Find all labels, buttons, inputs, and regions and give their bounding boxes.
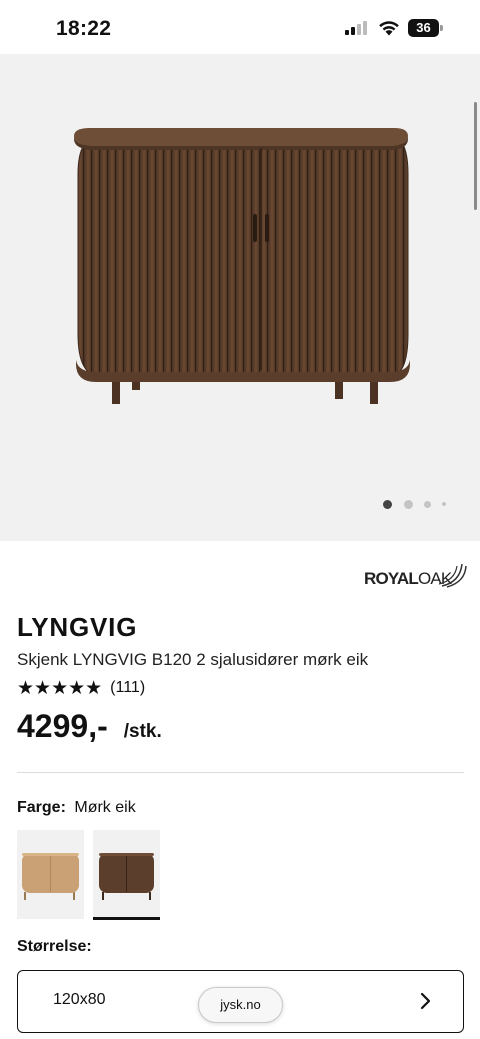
battery-level: 36: [408, 19, 439, 37]
pagination-dot[interactable]: [404, 500, 413, 509]
rating-count: (111): [110, 679, 146, 696]
brand-swoosh-icon: [438, 563, 467, 588]
swatch-dark-oak-image: [99, 853, 154, 900]
brand-logo[interactable]: ROYALOAK: [364, 560, 467, 592]
color-value: Mørk eik: [74, 799, 136, 816]
color-label: Farge:: [17, 799, 66, 816]
product-rating[interactable]: ★★★★★ (111): [17, 677, 145, 699]
product-image-gallery[interactable]: [0, 54, 480, 541]
size-label: Størrelse:: [17, 938, 92, 955]
cellular-signal-icon: [345, 21, 371, 35]
browser-url-pill[interactable]: jysk.no: [198, 987, 283, 1023]
pagination-dot-active[interactable]: [383, 500, 392, 509]
product-image: [74, 128, 410, 404]
chevron-right-icon: [420, 992, 431, 1010]
color-swatch-light-oak[interactable]: [17, 830, 84, 919]
swatch-light-oak-image: [22, 853, 79, 900]
divider: [17, 772, 464, 773]
product-price: 4299,-: [17, 708, 108, 744]
status-time: 18:22: [56, 17, 112, 40]
rating-stars-icon: ★★★★★: [17, 677, 103, 699]
product-title: LYNGVIG: [17, 612, 138, 642]
price-unit: /stk.: [123, 721, 162, 742]
product-description: Skjenk LYNGVIG B120 2 sjalusidører mørk …: [17, 650, 369, 669]
color-selection-label: Farge: Mørk eik: [17, 799, 136, 817]
price-row: 4299,- /stk.: [17, 708, 162, 745]
color-swatch-dark-oak[interactable]: [93, 830, 160, 920]
size-value: 120x80: [53, 991, 106, 1008]
scroll-indicator: [474, 102, 477, 210]
wifi-icon: [379, 21, 399, 36]
battery-icon: 36: [408, 19, 444, 37]
pagination-dot[interactable]: [424, 501, 431, 508]
pagination-dot[interactable]: [442, 502, 446, 506]
status-bar: 18:22 36: [0, 0, 480, 54]
